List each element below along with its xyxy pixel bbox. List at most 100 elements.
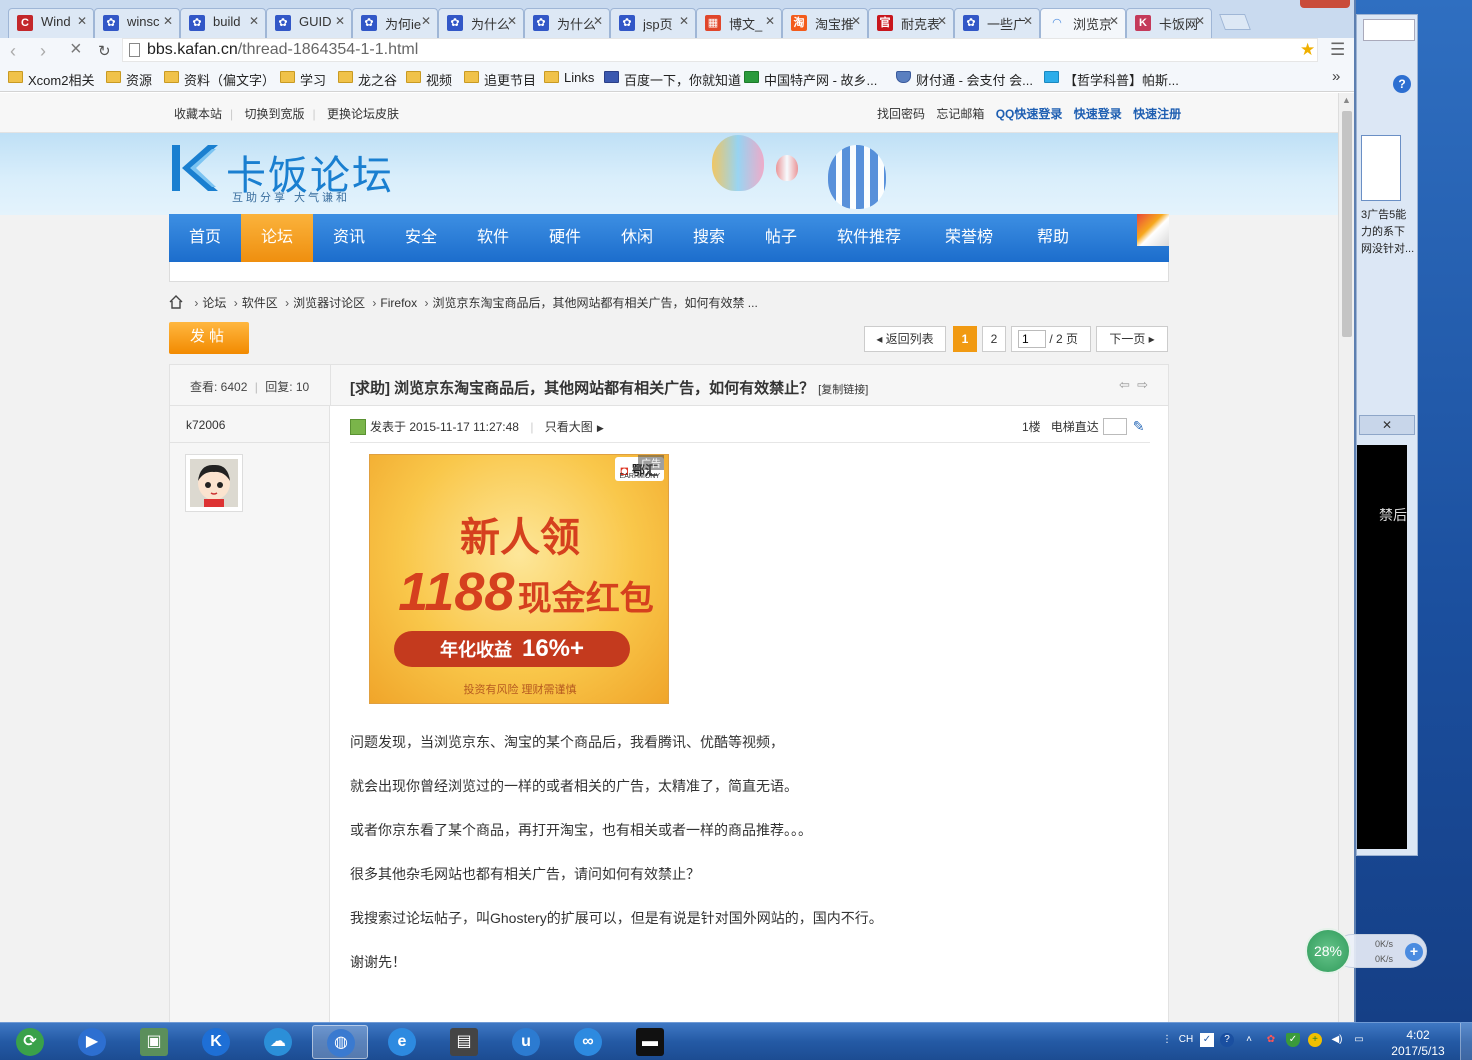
background-window[interactable]: ? 3广告5能力的系下网没针对... ✕ 禁后 xyxy=(1356,14,1418,856)
tab-close-icon[interactable]: ✕ xyxy=(507,14,517,28)
browser-tab[interactable]: ✿ GUID ✕ xyxy=(266,8,352,38)
browser-tab[interactable]: C Wind ✕ xyxy=(8,8,94,38)
help-icon[interactable]: ? xyxy=(1393,75,1411,93)
tab-close-icon[interactable]: ✕ xyxy=(765,14,775,28)
browser-tab[interactable]: K 卡饭网 ✕ xyxy=(1126,8,1212,38)
next-page-button[interactable]: 下一页 ▸ xyxy=(1096,326,1168,352)
change-skin-link[interactable]: 更换论坛皮肤 xyxy=(327,107,399,121)
bookmark-item[interactable]: 资料（偏文字） xyxy=(164,70,275,89)
tab-close-icon[interactable]: ✕ xyxy=(335,14,345,28)
browser-tab[interactable]: ✿ 为什么 ✕ xyxy=(524,8,610,38)
bookmark-star-icon[interactable]: ★ xyxy=(1300,40,1315,60)
ime-indicator[interactable]: CH xyxy=(1176,1033,1196,1047)
nav-item[interactable]: 帖子 xyxy=(745,214,817,262)
taskbar-browser-globe[interactable]: ◍ xyxy=(312,1025,368,1059)
bookmark-item[interactable]: 学习 xyxy=(280,70,326,89)
avatar[interactable] xyxy=(185,454,243,512)
ime-check-icon[interactable]: ✓ xyxy=(1200,1033,1214,1047)
security-shield-icon[interactable]: ✓ xyxy=(1286,1033,1300,1047)
show-desktop-button[interactable] xyxy=(1460,1023,1472,1060)
bookmark-item[interactable]: Links xyxy=(544,70,594,85)
tab-close-icon[interactable]: ✕ xyxy=(1195,14,1205,28)
bookmark-item[interactable]: 龙之谷 xyxy=(338,70,397,89)
network-icon[interactable]: ▭ xyxy=(1352,1033,1366,1047)
taskbar-media-player[interactable]: ▶ xyxy=(64,1025,120,1059)
nav-item[interactable]: 硬件 xyxy=(529,214,601,262)
bookmark-item[interactable]: 中国特产网 - 故乡... xyxy=(744,70,877,89)
tab-close-icon[interactable]: ✕ xyxy=(249,14,259,28)
nav-item[interactable]: 荣誉榜 xyxy=(921,214,1017,262)
only-big-images-link[interactable]: 只看大图 xyxy=(545,420,593,434)
breadcrumb-forum[interactable]: 论坛 xyxy=(202,296,226,310)
new-tab-button[interactable] xyxy=(1219,14,1251,30)
nav-item[interactable]: 首页 xyxy=(169,214,241,262)
browser-tab[interactable]: ✿ 为何ie ✕ xyxy=(352,8,438,38)
tab-close-icon[interactable]: ✕ xyxy=(593,14,603,28)
page-scrollbar[interactable]: ▲ xyxy=(1338,93,1354,1022)
window-close-button[interactable] xyxy=(1300,0,1350,8)
more-bookmarks-icon[interactable]: » xyxy=(1332,68,1340,85)
bookmark-item[interactable]: 视频 xyxy=(406,70,452,89)
nav-item[interactable]: 论坛 xyxy=(241,214,313,262)
new-post-button[interactable]: 发帖 xyxy=(169,322,249,354)
browser-tab[interactable]: ✿ build ✕ xyxy=(180,8,266,38)
taskbar-baidu-cloud[interactable]: ∞ xyxy=(560,1025,616,1059)
breadcrumb-software[interactable]: 软件区 xyxy=(242,296,278,310)
net-speed-widget[interactable]: 28% 0K/s 0K/s + xyxy=(1305,928,1429,974)
bookmark-item[interactable]: Xcom2相关 xyxy=(8,70,94,89)
taskbar-qq-cloud[interactable]: ☁ xyxy=(250,1025,306,1059)
tray-arrow-icon[interactable]: ˄ xyxy=(1242,1033,1256,1047)
taskbar-kugou-k[interactable]: K xyxy=(188,1025,244,1059)
scrollbar-thumb[interactable] xyxy=(1342,111,1352,337)
bookmark-item[interactable]: 百度一下，你就知道 xyxy=(604,70,741,89)
quick-login-link[interactable]: 快速登录 xyxy=(1074,107,1122,121)
browser-tab[interactable]: ✿ 一些广 ✕ xyxy=(954,8,1040,38)
reload-icon[interactable]: ↻ xyxy=(98,42,111,60)
next-thread-icon[interactable]: ⇨ xyxy=(1137,377,1148,392)
volume-icon[interactable]: ◀) xyxy=(1330,1033,1344,1047)
nav-item[interactable]: 休闲 xyxy=(601,214,673,262)
tray-plus-icon[interactable]: + xyxy=(1308,1033,1322,1047)
author-name[interactable]: k72006 xyxy=(186,418,225,432)
back-icon[interactable]: ‹ xyxy=(10,41,16,62)
skin-corner-icon[interactable] xyxy=(1137,214,1169,246)
bookmark-site-link[interactable]: 收藏本站 xyxy=(174,107,222,121)
nav-item[interactable]: 搜索 xyxy=(673,214,745,262)
page-2-button[interactable]: 2 xyxy=(982,326,1006,352)
browser-tab[interactable]: ◠ 浏览京 ✕ xyxy=(1040,8,1126,39)
nav-item[interactable]: 软件 xyxy=(457,214,529,262)
browser-tab[interactable]: ✿ jsp页 ✕ xyxy=(610,8,696,38)
browser-tab[interactable]: 淘淘宝推 ✕ xyxy=(782,8,868,38)
tab-close-icon[interactable]: ✕ xyxy=(851,14,861,28)
help-icon[interactable]: ? xyxy=(1220,1033,1234,1047)
quick-register-link[interactable]: 快速注册 xyxy=(1133,107,1181,121)
browser-tab[interactable]: ▦ 博文_ ✕ xyxy=(696,8,782,38)
nav-item[interactable]: 软件推荐 xyxy=(817,214,921,262)
advertisement-banner[interactable]: ◘ 鄂汇 EARHMONY 广告 新人领 1188 现金红包 年化收益 16%+… xyxy=(369,454,669,704)
taskbar-start-orb[interactable]: ⟳ xyxy=(2,1025,58,1059)
copy-link[interactable]: [复制链接] xyxy=(818,384,868,396)
taskbar-book-reader[interactable]: ▤ xyxy=(436,1025,492,1059)
tab-close-icon[interactable]: ✕ xyxy=(1109,14,1119,28)
close-icon[interactable]: ✕ xyxy=(1359,415,1415,435)
nav-item[interactable]: 资讯 xyxy=(313,214,385,262)
page-jump-input[interactable] xyxy=(1018,330,1046,348)
scroll-up-icon[interactable]: ▲ xyxy=(1342,95,1351,105)
prev-thread-icon[interactable]: ⇦ xyxy=(1119,377,1130,392)
taskbar-cmd-console[interactable]: ▬ xyxy=(622,1025,678,1059)
browser-tab[interactable]: ✿ winsc ✕ xyxy=(94,8,180,38)
back-to-list-button[interactable]: ◂ 返回列表 xyxy=(864,326,946,352)
nav-item[interactable]: 安全 xyxy=(385,214,457,262)
breadcrumb-firefox[interactable]: Firefox xyxy=(380,296,417,310)
breadcrumb-thread[interactable]: 浏览京东淘宝商品后，其他网站都有相关广告，如何有效禁 ... xyxy=(432,296,757,310)
plus-icon[interactable]: + xyxy=(1405,943,1423,961)
taskbar-internet-explorer[interactable]: e xyxy=(374,1025,430,1059)
address-bar[interactable]: bbs.kafan.cn/thread-1864354-1-1.html xyxy=(122,38,1318,62)
bookmark-item[interactable]: 资源 xyxy=(106,70,152,89)
tray-app-icon[interactable]: ✿ xyxy=(1264,1033,1278,1047)
home-icon[interactable] xyxy=(169,295,183,309)
tab-close-icon[interactable]: ✕ xyxy=(163,14,173,28)
tab-close-icon[interactable]: ✕ xyxy=(421,14,431,28)
menu-icon[interactable]: ☰ xyxy=(1330,40,1345,60)
page-1-button[interactable]: 1 xyxy=(953,326,977,352)
